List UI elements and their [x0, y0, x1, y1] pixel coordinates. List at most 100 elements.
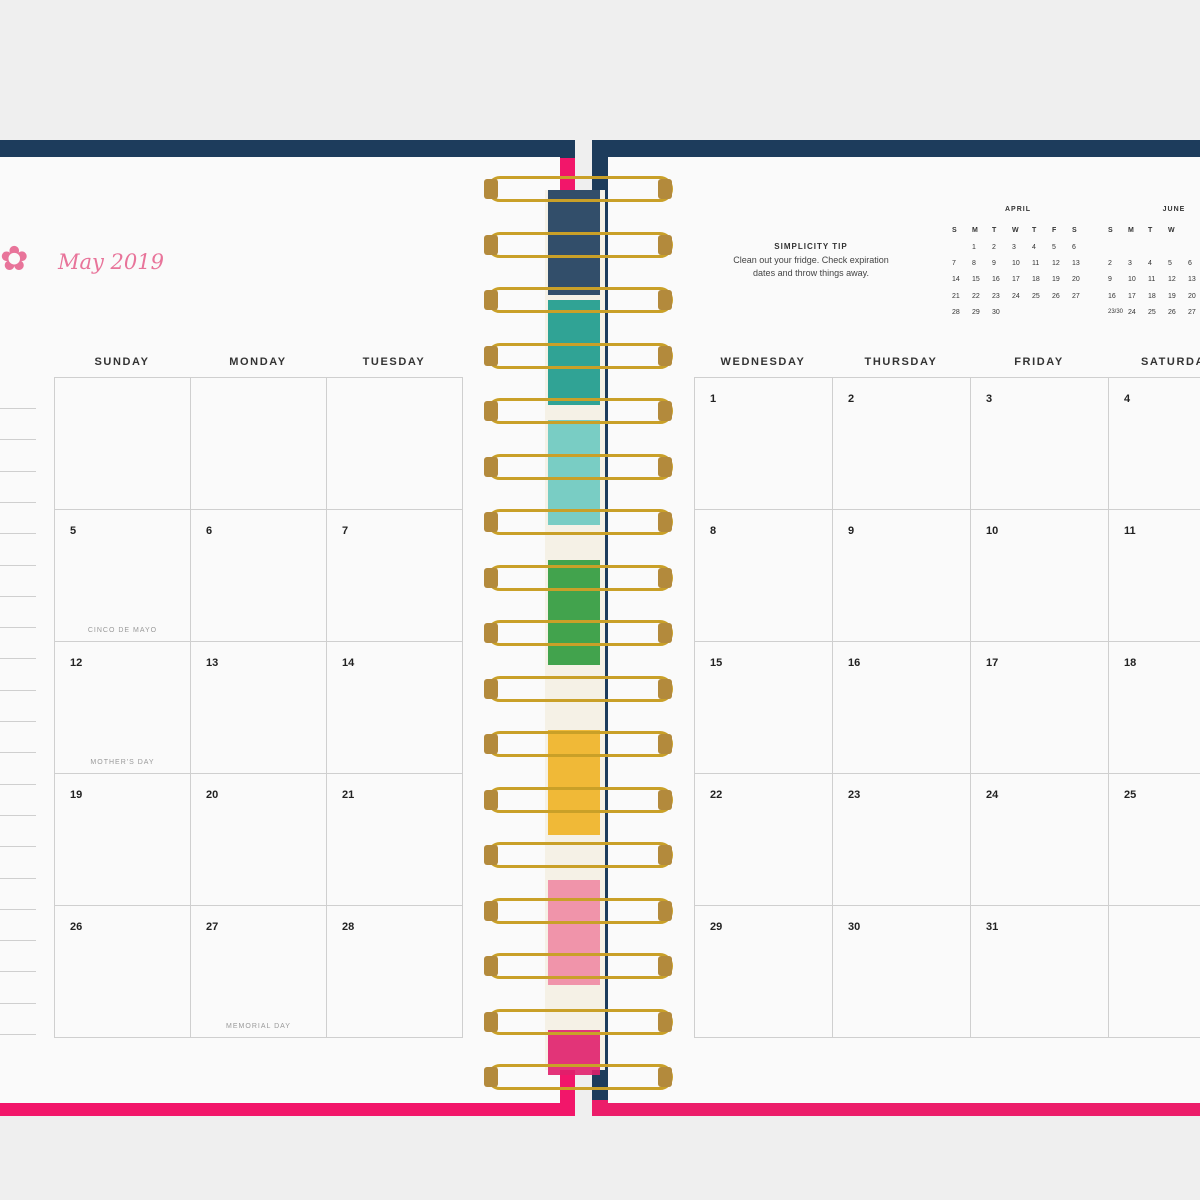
day-cell[interactable]: 11: [1109, 510, 1200, 642]
note-line: [0, 501, 36, 503]
day-number: 16: [848, 657, 861, 669]
day-cell[interactable]: 6: [191, 510, 327, 642]
mini-calendar-day: 10: [1012, 260, 1020, 268]
note-line: [0, 971, 36, 973]
mini-calendar-day: 6: [1188, 260, 1192, 268]
ring-hole-left: [484, 290, 498, 310]
mini-calendar-day: 18: [1032, 276, 1040, 284]
day-cell[interactable]: 29: [695, 906, 833, 1038]
mini-calendar-day: 6: [1072, 244, 1076, 251]
day-cell[interactable]: 28: [327, 906, 463, 1038]
mini-calendar-day: 26: [1052, 292, 1060, 300]
day-cell[interactable]: 18: [1109, 642, 1200, 774]
ring-hole-left: [484, 789, 498, 810]
day-number: 13: [206, 657, 219, 669]
mini-calendar-day: 1: [972, 244, 976, 251]
day-cell[interactable]: 8: [695, 510, 833, 642]
day-cell[interactable]: 22: [695, 774, 833, 906]
day-cell[interactable]: 17: [971, 642, 1109, 774]
day-number: 15: [710, 657, 723, 669]
mini-calendar-day: 13: [1072, 260, 1080, 268]
day-cell[interactable]: 16: [833, 642, 971, 774]
day-number: 17: [986, 657, 999, 669]
note-line: [0, 408, 36, 409]
day-cell[interactable]: 12 MOTHER'S DAY: [55, 642, 191, 774]
spiral-ring: [487, 287, 673, 313]
note-line: [0, 877, 36, 879]
day-cell[interactable]: 7: [327, 510, 463, 642]
day-number: 28: [342, 921, 355, 933]
mini-calendar-weekday: F: [1052, 227, 1057, 234]
ring-hole-right: [658, 956, 672, 976]
note-line: [0, 721, 36, 722]
day-cell[interactable]: [191, 378, 327, 510]
mini-calendar-weekday: S: [1072, 227, 1077, 234]
mini-calendar-weekday: W: [1012, 227, 1019, 234]
day-cell[interactable]: 4: [1109, 378, 1200, 510]
day-cell[interactable]: 21: [327, 774, 463, 906]
day-cell[interactable]: 27 MEMORIAL DAY: [191, 906, 327, 1038]
day-number: 12: [70, 657, 83, 669]
day-cell[interactable]: 31: [971, 906, 1109, 1038]
spiral-ring: [487, 953, 673, 979]
mini-calendar-day: 10: [1128, 276, 1136, 284]
day-cell[interactable]: 13: [191, 642, 327, 774]
ring-hole-right: [658, 179, 672, 199]
day-cell[interactable]: 30: [833, 906, 971, 1038]
mini-calendar-day: 20: [1072, 276, 1080, 284]
day-cell[interactable]: 19: [55, 774, 191, 906]
day-cell[interactable]: 1: [695, 378, 833, 510]
ring-hole-right: [658, 290, 672, 310]
ring-hole-left: [484, 678, 498, 699]
day-cell[interactable]: 20: [191, 774, 327, 906]
left-cover-top-edge: [0, 140, 575, 158]
day-number: 25: [1124, 789, 1137, 801]
day-cell[interactable]: 15: [695, 642, 833, 774]
note-line: [0, 627, 36, 629]
day-cell[interactable]: [327, 378, 463, 510]
spiral-ring: [487, 453, 673, 480]
spiral-ring: [487, 231, 673, 258]
ring-hole-right: [658, 734, 672, 754]
day-number: 24: [986, 789, 999, 801]
day-cell[interactable]: [1109, 906, 1200, 1038]
day-number: 30: [848, 921, 861, 933]
note-line: [0, 439, 36, 441]
mini-calendar-day: 17: [1128, 292, 1136, 300]
mini-calendar-day: 25: [1148, 308, 1156, 316]
spiral-ring: [487, 564, 673, 591]
mini-calendar-day: 18: [1148, 292, 1156, 300]
mini-calendar-day: 20: [1188, 292, 1196, 300]
mini-calendar-day: 4: [1148, 260, 1152, 268]
ring-hole-right: [658, 789, 672, 810]
day-number: 31: [986, 921, 999, 933]
day-number: 19: [70, 789, 83, 801]
day-number: 6: [206, 525, 213, 537]
mini-calendar-weekday: M: [1128, 227, 1134, 234]
day-cell[interactable]: 10: [971, 510, 1109, 642]
mini-calendar-weekday: T: [992, 227, 997, 234]
day-number: 10: [986, 525, 999, 537]
day-cell[interactable]: 9: [833, 510, 971, 642]
mini-calendar-day: 4: [1032, 244, 1036, 251]
day-cell[interactable]: 3: [971, 378, 1109, 510]
day-cell[interactable]: [55, 378, 191, 510]
note-line: [0, 533, 36, 535]
day-cell[interactable]: 26: [55, 906, 191, 1038]
day-number: 20: [206, 789, 219, 801]
day-cell[interactable]: 14: [327, 642, 463, 774]
note-line: [0, 595, 36, 597]
note-line: [0, 908, 36, 910]
day-cell[interactable]: 2: [833, 378, 971, 510]
day-cell[interactable]: 24: [971, 774, 1109, 906]
holiday-label: CINCO DE MAYO: [87, 627, 158, 634]
ring-hole-left: [484, 567, 498, 588]
left-calendar-grid: 5 CINCO DE MAYO 6 7 12 MOTHER'S DAY 13 14 19 20 21…: [54, 377, 463, 1038]
day-number: 22: [710, 789, 723, 801]
day-cell[interactable]: 25: [1109, 774, 1200, 906]
ring-hole-left: [484, 1011, 498, 1032]
day-cell[interactable]: 23: [833, 774, 971, 906]
day-cell[interactable]: 5 CINCO DE MAYO: [55, 510, 191, 642]
mini-calendar-day: 3: [1128, 260, 1132, 268]
mini-calendar-weekday: T: [1148, 227, 1153, 234]
